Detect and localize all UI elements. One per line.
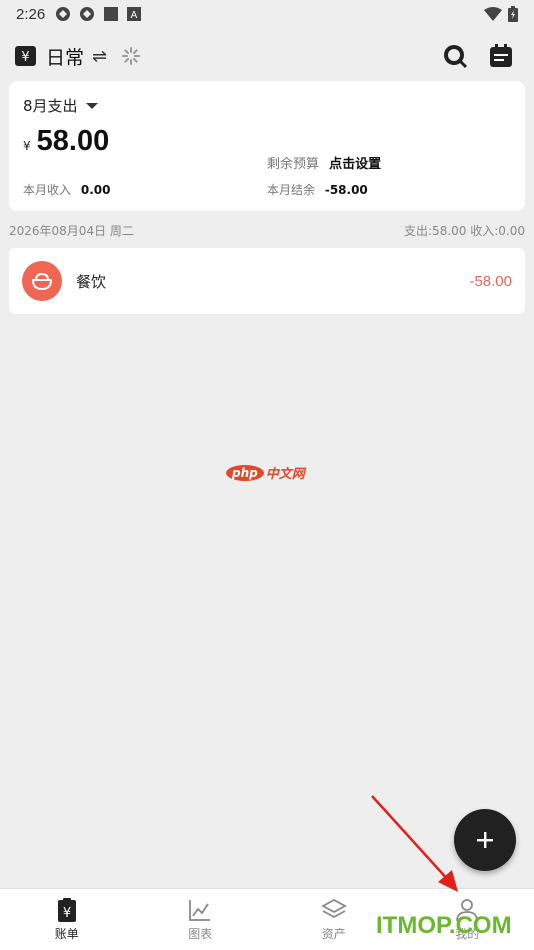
itmop-watermark: ITMOP.COM: [376, 912, 512, 939]
tab-bill[interactable]: ¥ 账单: [0, 889, 134, 950]
balance-label: 本月结余: [267, 183, 316, 197]
tab-assets-label: 资产: [321, 927, 346, 941]
record-amount: -58.00: [469, 272, 512, 290]
category-avatar: [22, 261, 62, 301]
rice-bowl-icon: [31, 272, 53, 291]
svg-text:A: A: [131, 10, 138, 21]
day-group-header: 2026年08月04日 周二 支出:58.00 收入:0.00: [9, 222, 525, 240]
annotation-arrow-icon: [371, 795, 458, 892]
tab-chart-label: 图表: [188, 927, 213, 941]
calendar-icon[interactable]: [488, 43, 514, 69]
record-category: 餐饮: [76, 272, 107, 291]
top-bar: ¥ 日常 ⇌: [0, 36, 534, 76]
bill-icon: ¥: [57, 898, 76, 922]
sync-icon: [80, 7, 95, 21]
currency-symbol: ¥: [23, 139, 31, 153]
battery-icon: [508, 6, 518, 22]
sync-spinner-icon: [122, 47, 141, 65]
svg-text:¥: ¥: [21, 50, 29, 65]
svg-text:¥: ¥: [63, 906, 71, 921]
chart-icon: [189, 900, 211, 921]
php-logo: php: [226, 464, 264, 481]
budget-row[interactable]: 剩余预算 点击设置: [267, 153, 381, 172]
month-selector[interactable]: 8月支出: [23, 95, 98, 116]
budget-set-link[interactable]: 点击设置: [329, 157, 381, 172]
balance-value: -58.00: [324, 183, 368, 197]
sync-icon: [56, 7, 71, 21]
day-date: 2026年08月04日 周二: [9, 224, 134, 238]
income-label: 本月收入: [23, 183, 72, 197]
font-a-icon: A: [127, 7, 142, 21]
income-row: 本月收入 0.00: [23, 181, 110, 198]
income-value: 0.00: [80, 183, 111, 197]
expense-total: ¥ 58.00: [23, 125, 109, 158]
budget-label: 剩余预算: [267, 157, 320, 172]
tab-chart[interactable]: 图表: [134, 889, 268, 950]
day-totals: 支出:58.00 收入:0.00: [404, 224, 525, 238]
watermark-text: 中文网: [265, 467, 305, 482]
status-time: 2:26: [16, 5, 46, 23]
switch-book-icon[interactable]: ⇌: [92, 46, 107, 67]
month-label: 8月支出: [23, 97, 78, 115]
book-title[interactable]: 日常: [46, 43, 84, 70]
layers-icon: [320, 898, 347, 919]
expense-amount: 58.00: [36, 125, 110, 157]
monthly-summary-card: 8月支出 ¥ 58.00 剩余预算 点击设置 本月收入 0.00 本月结余 -5…: [9, 81, 525, 211]
tab-bill-label: 账单: [54, 927, 79, 941]
balance-row: 本月结余 -58.00: [267, 181, 368, 198]
plus-icon: [477, 832, 493, 848]
site-watermark: php 中文网: [226, 463, 305, 482]
wifi-icon: [484, 7, 502, 21]
search-icon[interactable]: [442, 43, 468, 69]
status-bar: 2:26 A: [0, 0, 534, 28]
square-icon: [104, 7, 119, 21]
dropdown-caret-icon: [85, 102, 98, 109]
list-item[interactable]: 餐饮 -58.00: [9, 248, 525, 314]
ledger-icon[interactable]: ¥: [14, 44, 38, 68]
